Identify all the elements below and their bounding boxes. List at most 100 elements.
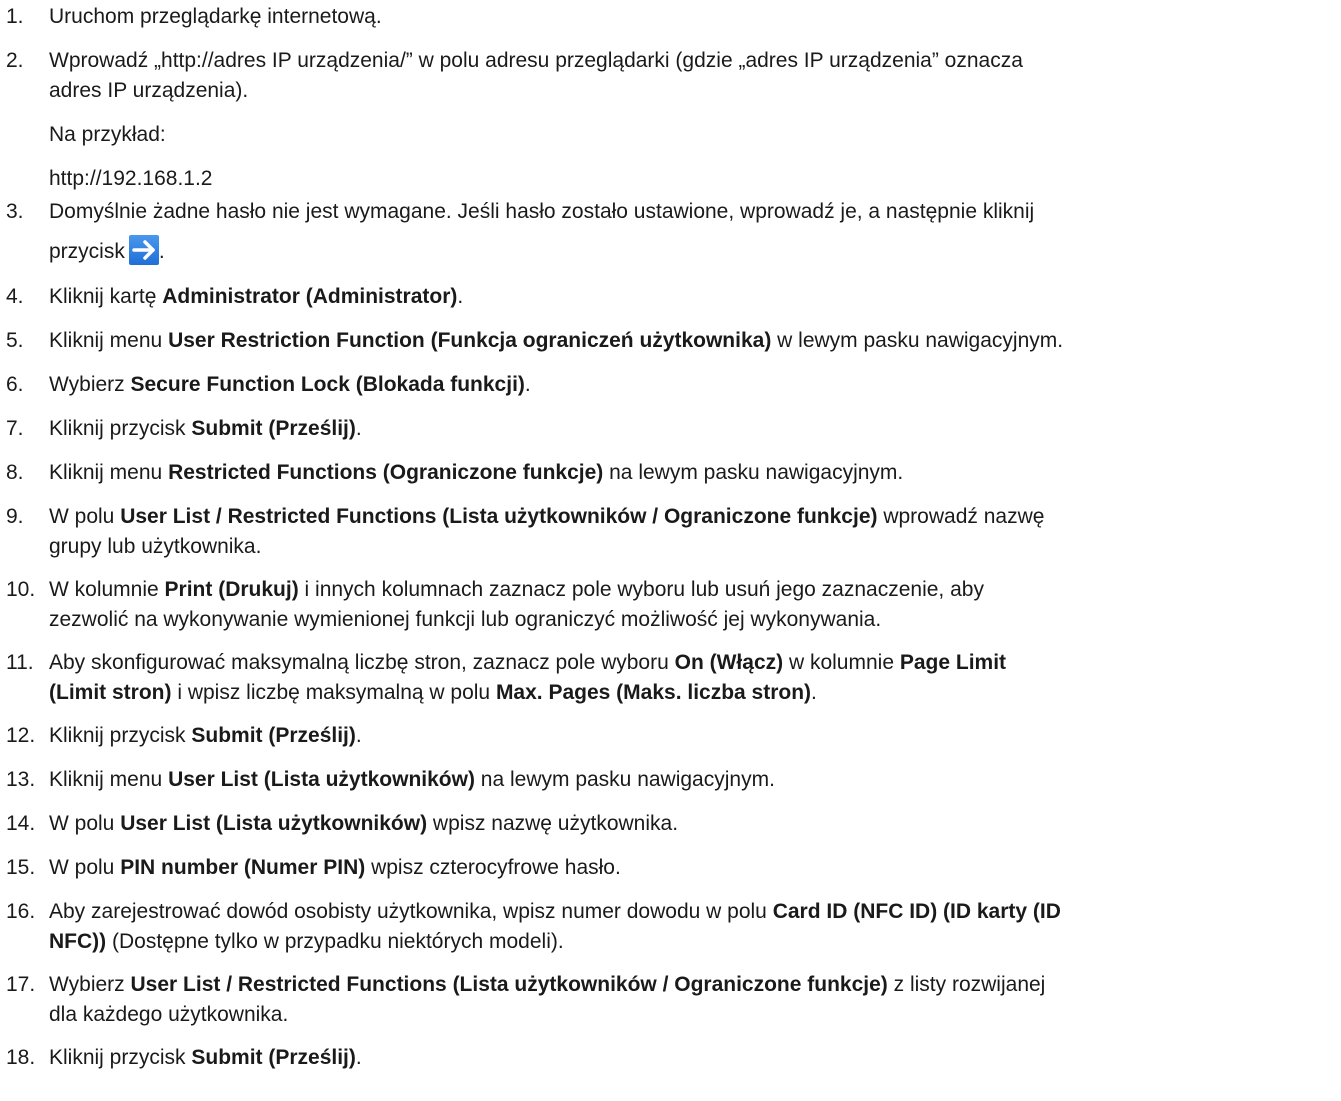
step-text: Kliknij przycisk Submit (Prześlij). [49,721,1341,751]
step-number: 12. [6,724,36,747]
ui-term: User Restriction Function (Funkcja ogran… [168,329,772,352]
step-line: Kliknij menu User List (Lista użytkownik… [49,765,1341,795]
ui-term: (Limit stron) [49,681,172,704]
step-text-part: Aby zarejestrować dowód osobisty użytkow… [49,900,773,923]
step-line: (Limit stron) i wpisz liczbę maksymalną … [49,678,1341,708]
step-text-part: . [355,724,362,747]
step-text-part: na lewym pasku nawigacyjnym. [603,461,904,484]
ui-term: Submit (Prześlij) [191,1046,356,1069]
step-number: 9. [6,505,24,528]
step-text-part: Domyślnie żadne hasło nie jest wymagane.… [49,200,1035,223]
step-text-part: zezwolić na wykonywanie wymienionej funk… [49,608,882,631]
step-text-part: . [355,417,362,440]
step-number: 18. [6,1046,36,1069]
ui-term: User List / Restricted Functions (Lista … [130,973,888,996]
step-text-part: wprowadź nazwę [877,505,1045,528]
step-text-part: wpisz czterocyfrowe hasło. [365,856,621,879]
step-number: 10. [6,578,36,601]
step-text-part: Wprowadź „http://adres IP urządzenia/” w… [49,49,1023,72]
step-number: 1. [6,5,24,28]
ui-term: Submit (Prześlij) [191,417,356,440]
step-line: Uruchom przeglądarkę internetową. [49,2,1341,32]
step-line: dla każdego użytkownika. [49,1000,1341,1030]
step-text-part: grupy lub użytkownika. [49,535,262,558]
ui-term: User List / Restricted Functions (Lista … [120,505,878,528]
step-line: Wybierz Secure Function Lock (Blokada fu… [49,370,1341,400]
step-text-part: w lewym pasku nawigacyjnym. [771,329,1064,352]
step-line: zezwolić na wykonywanie wymienionej funk… [49,605,1341,635]
step-number: 14. [6,812,36,835]
ui-term: On (Włącz) [674,651,784,674]
step-text-part: Kliknij menu [49,329,169,352]
step-text-part: Kliknij menu [49,768,169,791]
step-number: 2. [6,49,24,72]
step-number: 16. [6,900,36,923]
step-line: W polu User List / Restricted Functions … [49,502,1341,532]
step-text-part: w kolumnie [783,651,900,674]
step-text: W polu PIN number (Numer PIN) wpisz czte… [49,853,1341,883]
step-text: Kliknij menu User List (Lista użytkownik… [49,765,1341,795]
ui-term: Submit (Prześlij) [191,724,356,747]
step-line: Aby skonfigurować maksymalną liczbę stro… [49,648,1341,678]
step-text-part: przycisk [49,240,125,263]
step-text-part: Kliknij kartę [49,285,163,308]
step-text-part: Kliknij menu [49,461,169,484]
step-number: 11. [6,651,34,674]
step-text-part: Aby skonfigurować maksymalną liczbę stro… [49,651,675,674]
step-text: Kliknij przycisk Submit (Prześlij). [49,1043,1341,1073]
step-text-part: . [457,285,464,308]
ui-term: Max. Pages (Maks. liczba stron) [495,681,812,704]
step-line: Kliknij przycisk Submit (Prześlij). [49,721,1341,751]
step-line: W polu User List (Lista użytkowników) wp… [49,809,1341,839]
step-text-part: adres IP urządzenia). [49,79,249,102]
step-text: Kliknij przycisk Submit (Prześlij). [49,414,1341,444]
step-number: 4. [6,285,24,308]
step-line: przycisk. [49,235,1341,267]
step-line: Aby zarejestrować dowód osobisty użytkow… [49,897,1341,927]
step-line: Kliknij przycisk Submit (Prześlij). [49,1043,1341,1073]
step-text-part: Kliknij przycisk [49,1046,192,1069]
ui-term: PIN number (Numer PIN) [120,856,366,879]
step-line: Wybierz User List / Restricted Functions… [49,970,1341,1000]
step-text: Kliknij menu Restricted Functions (Ogran… [49,458,1341,488]
step-number: 6. [6,373,24,396]
step-text-part: Uruchom przeglądarkę internetową. [49,5,382,28]
ui-term: Administrator (Administrator) [162,285,458,308]
step-text-part: Wybierz [49,373,131,396]
step-text-part: W polu [49,856,121,879]
step-text-part: W polu [49,505,121,528]
step-number: 13. [6,768,36,791]
step-line: Wprowadź „http://adres IP urządzenia/” w… [49,46,1341,76]
step-text-part: W kolumnie [49,578,165,601]
step-line: Kliknij menu Restricted Functions (Ogran… [49,458,1341,488]
step-text-part: . [524,373,531,396]
step-number: 7. [6,417,24,440]
step-text: Uruchom przeglądarkę internetową. [49,2,1341,32]
example-label: Na przykład: [49,123,166,146]
step-text: Wybierz Secure Function Lock (Blokada fu… [49,370,1341,400]
step-text: Aby zarejestrować dowód osobisty użytkow… [49,897,1341,957]
ui-term: Secure Function Lock (Blokada funkcji) [130,373,525,396]
step-number: 5. [6,329,24,352]
ui-term: Restricted Functions (Ograniczone funkcj… [168,461,604,484]
step-text: Domyślnie żadne hasło nie jest wymagane.… [49,197,1341,267]
ui-term: User List (Lista użytkowników) [120,812,428,835]
step-line: Kliknij przycisk Submit (Prześlij). [49,414,1341,444]
step-text: W polu User List / Restricted Functions … [49,502,1341,562]
step-text-part: i innych kolumnach zaznacz pole wyboru l… [298,578,984,601]
step-text-part: na lewym pasku nawigacyjnym. [474,768,775,791]
step-text-part: z listy rozwijanej [887,973,1046,996]
step-text: Kliknij menu User Restriction Function (… [49,326,1341,356]
arrow-right-icon [128,235,159,266]
step-text: W polu User List (Lista użytkowników) wp… [49,809,1341,839]
step-line: Kliknij kartę Administrator (Administrat… [49,282,1341,312]
step-number: 3. [6,200,24,223]
step-text-part: Kliknij przycisk [49,417,192,440]
step-text-part: i wpisz liczbę maksymalną w polu [171,681,496,704]
step-line: Kliknij menu User Restriction Function (… [49,326,1341,356]
step-text: Aby skonfigurować maksymalną liczbę stro… [49,648,1341,708]
step-text: Wybierz User List / Restricted Functions… [49,970,1341,1030]
step-text: W kolumnie Print (Drukuj) i innych kolum… [49,575,1341,635]
step-number: 17. [6,973,36,996]
ui-term: Print (Drukuj) [164,578,299,601]
